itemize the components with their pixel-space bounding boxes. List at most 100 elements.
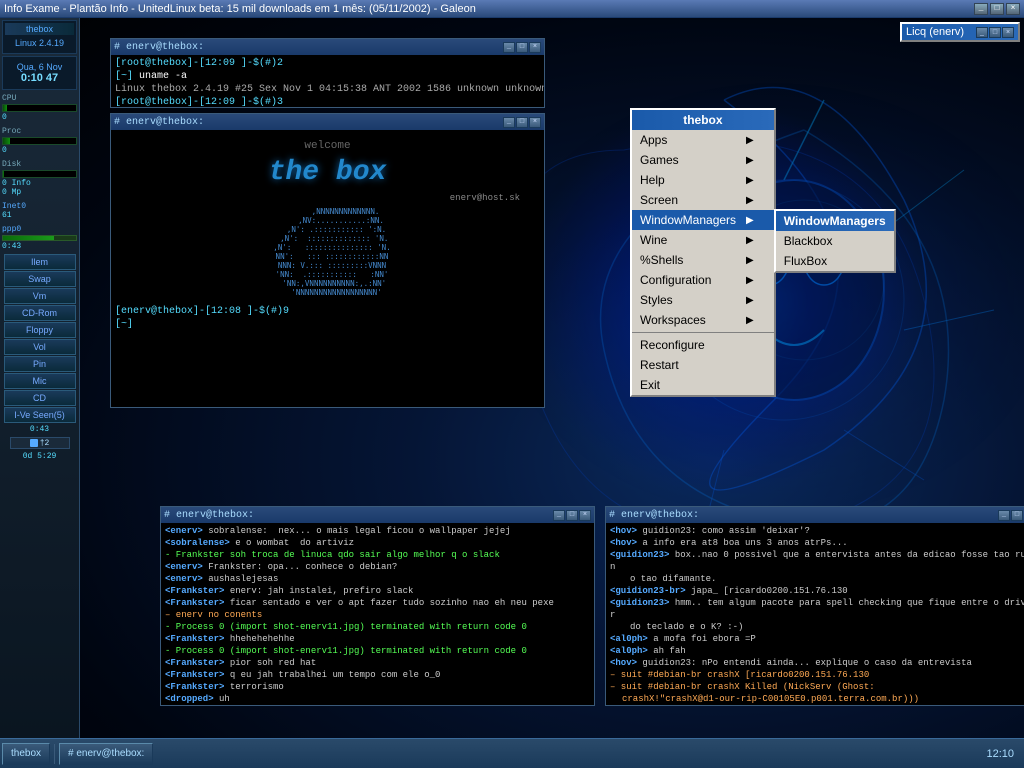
browser-maximize[interactable]: □	[990, 3, 1004, 15]
panel-datetime: Qua, 6 Nov 0:10 47	[2, 56, 77, 90]
browser-close[interactable]: ×	[1006, 3, 1020, 15]
cdrom-button[interactable]: CD-Rom	[4, 305, 76, 321]
browser-minimize[interactable]: _	[974, 3, 988, 15]
irc-line: <enerv> Frankster: opa... conhece o debi…	[165, 561, 590, 573]
pin-button[interactable]: Pin	[4, 356, 76, 372]
t2-close[interactable]: ×	[529, 117, 541, 128]
vol-button[interactable]: Vol	[4, 339, 76, 355]
taskbar-thebox[interactable]: thebox	[2, 743, 50, 765]
ilem-button[interactable]: Ilem	[4, 254, 76, 270]
floppy-button[interactable]: Floppy	[4, 322, 76, 338]
terminal-2-title: # enerv@thebox:	[114, 117, 204, 128]
terminal-1-title: # enerv@thebox:	[114, 42, 204, 53]
sec-button[interactable]: I-Ve Seen(5)	[4, 407, 76, 423]
menu-item-reconfigure[interactable]: Reconfigure	[632, 335, 774, 355]
irc-left-content: <enerv> sobralense: nex... o mais legal …	[161, 523, 594, 705]
term-bottom-lines: [enerv@thebox]-[12:08 ]-$(#)9 [~]	[115, 305, 540, 331]
terminal-1: # enerv@thebox: _ □ × [root@thebox]-[12:…	[110, 38, 545, 108]
ppp-bar	[2, 235, 77, 241]
cd-button[interactable]: CD	[4, 390, 76, 406]
menu-item-workspaces[interactable]: Workspaces ▶	[632, 310, 774, 330]
t2-maximize[interactable]: □	[516, 117, 528, 128]
t2-prompt2: [~]	[115, 318, 540, 331]
irc-line: <hov> guidion23: como assim 'deixar'?	[610, 525, 1024, 537]
menu-item-screen-arrow: ▶	[746, 195, 754, 206]
irc-right-maximize[interactable]: □	[1011, 510, 1023, 521]
menu-item-games[interactable]: Games ▶	[632, 150, 774, 170]
menu-item-reconfigure-label: Reconfigure	[640, 338, 705, 352]
menu-item-games-label: Games	[640, 153, 679, 167]
menu-item-exit[interactable]: Exit	[632, 375, 774, 395]
ppp-time: 0:43	[2, 242, 77, 251]
cpu-value: 0	[2, 113, 77, 122]
menu-item-help[interactable]: Help ▶	[632, 170, 774, 190]
irc-line: do teclado e o K? :-)	[610, 621, 1024, 633]
irc-left-maximize[interactable]: □	[566, 510, 578, 521]
menu-item-games-arrow: ▶	[746, 155, 754, 166]
licq-titlebar: Licq (enerv) _ □ ×	[902, 24, 1018, 40]
irc-line: - Frankster soh troca de linuca qdo sair…	[165, 549, 590, 561]
ppp-fill	[3, 236, 54, 240]
irc-line: <al0ph> a mofa foi ebora =P	[610, 633, 1024, 645]
menu-item-config[interactable]: Configuration ▶	[632, 270, 774, 290]
menu-item-wm[interactable]: WindowManagers ▶ WindowManagers Blackbox…	[632, 210, 774, 230]
menu-item-shells-arrow: ▶	[746, 255, 754, 266]
proc-label: Proc	[2, 127, 77, 136]
irc-line: <Frankster> pior soh red hat	[165, 657, 590, 669]
irc-line: <Frankster> terrorismo	[165, 681, 590, 693]
taskbar-clock: 12:10	[978, 748, 1022, 760]
menu-item-apps[interactable]: Apps ▶	[632, 130, 774, 150]
irc-right-statusbar: &enerv(4:i) (#cnt) (H:2) (ircII)	[606, 705, 1024, 706]
t1-close[interactable]: ×	[529, 42, 541, 53]
terminal-2-content: welcome the box enerv@host.sk ,NNNNNNNNN…	[111, 130, 544, 407]
licq-minimize[interactable]: _	[976, 27, 988, 38]
panel-kernel: Linux 2.4.19	[5, 35, 74, 51]
irc-line: <Frankster> enerv: jah instalei, prefiro…	[165, 585, 590, 597]
irc-left-window: # enerv@thebox: _ □ × <enerv> sobralense…	[160, 506, 595, 706]
irc-left-container: # enerv@thebox: _ □ × <enerv> sobralense…	[160, 506, 595, 706]
menu-item-styles[interactable]: Styles ▶	[632, 290, 774, 310]
taskbar-separator	[54, 744, 55, 764]
t1-line3: Linux thebox 2.4.19 #25 Sex Nov 1 04:15:…	[115, 83, 540, 96]
menu-item-screen[interactable]: Screen ▶	[632, 190, 774, 210]
menu-item-wine[interactable]: Wine ▶	[632, 230, 774, 250]
licq-maximize[interactable]: □	[989, 27, 1001, 38]
irc-right-titlebar: # enerv@thebox: _ □ ×	[606, 507, 1024, 523]
submenu-title: WindowManagers	[776, 211, 894, 231]
vm-button[interactable]: Vm	[4, 288, 76, 304]
submenu-blackbox[interactable]: Blackbox	[776, 231, 894, 251]
mic-button[interactable]: Mic	[4, 373, 76, 389]
irc-line: <dropped> uh	[165, 693, 590, 705]
irc-line: o tao difamante.	[610, 573, 1024, 585]
menu-item-help-arrow: ▶	[746, 175, 754, 186]
disk-bar	[2, 170, 77, 178]
submenu-fluxbox[interactable]: FluxBox	[776, 251, 894, 271]
proc-bar	[2, 137, 77, 145]
irc-right-title: # enerv@thebox:	[609, 510, 699, 521]
menu-item-exit-label: Exit	[640, 378, 660, 392]
browser-controls: _ □ ×	[974, 3, 1020, 15]
t2-minimize[interactable]: _	[503, 117, 515, 128]
menu-item-shells-label: %Shells	[640, 253, 683, 267]
irc-line: <al0ph> ah fah	[610, 645, 1024, 657]
time3-label: 0d 5:29	[0, 451, 79, 462]
browser-title: Info Exame - Plantão Info - UnitedLinux …	[4, 3, 476, 15]
taskbar-enerv[interactable]: # enerv@thebox:	[59, 743, 153, 765]
menu-item-restart[interactable]: Restart	[632, 355, 774, 375]
t1-maximize[interactable]: □	[516, 42, 528, 53]
main-area: # enerv@thebox: _ □ × [root@thebox]-[12:…	[80, 18, 1024, 738]
net-value: 61	[2, 211, 77, 220]
irc-right-minimize[interactable]: _	[998, 510, 1010, 521]
irc-left-minimize[interactable]: _	[553, 510, 565, 521]
menu-item-config-arrow: ▶	[746, 275, 754, 286]
menu-item-shells[interactable]: %Shells ▶	[632, 250, 774, 270]
t1-line1: [root@thebox]-[12:09 ]-$(#)2	[115, 57, 540, 70]
t1-minimize[interactable]: _	[503, 42, 515, 53]
irc-right-container: # enerv@thebox: _ □ × <hov> guidion23: c…	[605, 506, 1024, 706]
panel-time: 0:10 47	[8, 72, 71, 84]
swap-button[interactable]: Swap	[4, 271, 76, 287]
menu-item-wm-arrow: ▶	[746, 215, 754, 226]
irc-left-close[interactable]: ×	[579, 510, 591, 521]
main-menu: thebox Apps ▶ Games ▶ Help ▶ Screen ▶	[630, 108, 776, 397]
licq-close[interactable]: ×	[1002, 27, 1014, 38]
